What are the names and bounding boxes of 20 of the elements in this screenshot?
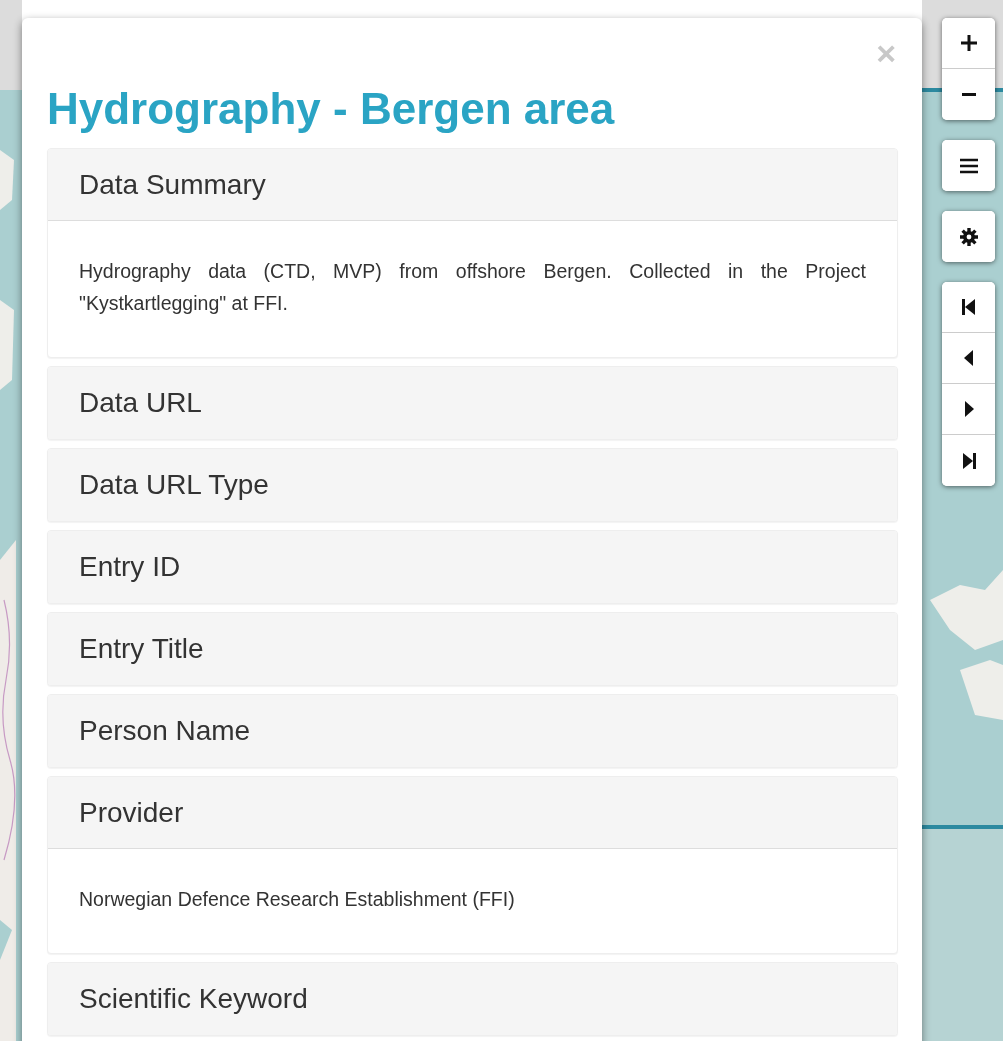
settings-icon	[957, 225, 980, 248]
panel-heading[interactable]: Entry Title	[48, 613, 897, 685]
dialog-title: Hydrography - Bergen area	[47, 84, 615, 134]
panel-heading[interactable]: Data URL Type	[48, 449, 897, 521]
panel-heading[interactable]: Data URL	[48, 367, 897, 439]
minus-icon	[961, 93, 976, 96]
panel-text: Norwegian Defence Research Establishment (FFI)	[78, 887, 516, 912]
menu-button[interactable]	[942, 140, 995, 191]
panel-text: Hydrography data (CTD, MVP) from offshore Bergen. Collected in the Project "Kystkartlegging" at FFI.	[78, 259, 867, 316]
zoom-in-button[interactable]	[942, 18, 995, 69]
panel-heading[interactable]: Entry ID	[48, 531, 897, 603]
first-button[interactable]	[942, 282, 995, 333]
panel-heading[interactable]: Data Summary	[48, 149, 897, 221]
panel-heading[interactable]: Scientific Keyword	[48, 963, 897, 1035]
panel-heading[interactable]: Provider	[48, 777, 897, 849]
next-button[interactable]	[942, 384, 995, 435]
last-button[interactable]	[942, 435, 995, 486]
previous-button[interactable]	[942, 333, 995, 384]
panel-heading[interactable]: Person Name	[48, 695, 897, 767]
settings-button[interactable]	[942, 211, 995, 262]
